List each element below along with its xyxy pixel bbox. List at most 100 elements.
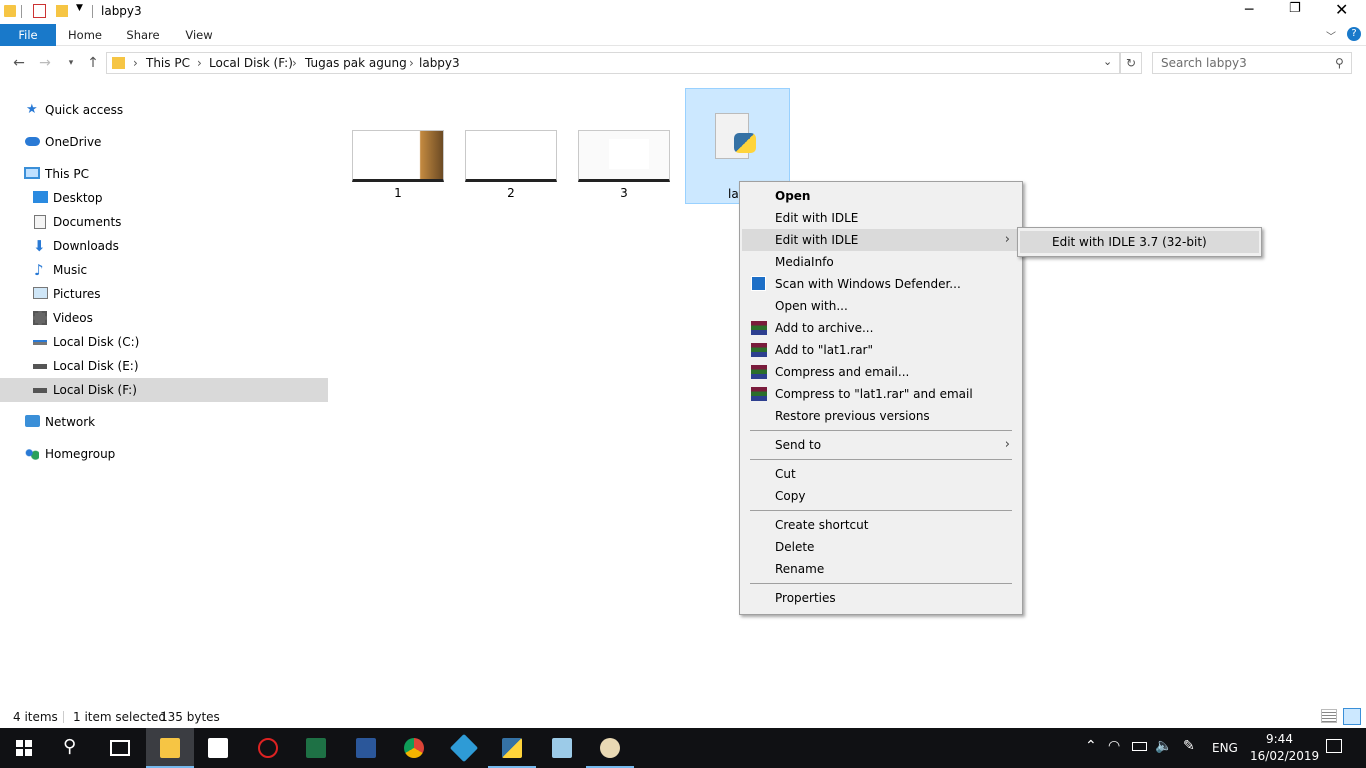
sidebar-item-network[interactable]: Network — [0, 410, 328, 434]
menu-item-compress-rar-email[interactable]: Compress to "lat1.rar" and email — [742, 383, 1020, 405]
new-folder-icon[interactable] — [56, 5, 68, 17]
file-name: 2 — [507, 186, 515, 200]
menu-item-mediainfo[interactable]: MediaInfo — [742, 251, 1020, 273]
close-button[interactable]: ✕ — [1335, 0, 1348, 19]
menu-item-label: Edit with IDLE 3.7 (32-bit) — [1052, 235, 1207, 249]
large-icons-view-icon[interactable] — [1343, 708, 1361, 725]
taskbar-word[interactable] — [342, 728, 390, 768]
menu-separator — [750, 510, 1012, 511]
sidebar-item-pictures[interactable]: Pictures — [0, 282, 328, 306]
sidebar-item-label: Network — [45, 415, 96, 429]
sidebar-item-local-disk-f[interactable]: Local Disk (F:) — [0, 378, 328, 402]
address-dropdown-icon[interactable]: ⌄ — [1103, 55, 1112, 68]
cloud-icon — [25, 137, 40, 146]
forward-button[interactable]: → — [36, 53, 54, 73]
sidebar-item-label: Documents — [53, 215, 122, 229]
menu-separator — [750, 583, 1012, 584]
taskbar-store[interactable] — [194, 728, 242, 768]
battery-icon[interactable] — [1132, 742, 1147, 751]
up-button[interactable]: ↑ — [84, 53, 102, 73]
show-hidden-icons-icon[interactable]: ⌃ — [1085, 738, 1097, 754]
menu-item-add-to-rar[interactable]: Add to "lat1.rar" — [742, 339, 1020, 361]
action-center-icon[interactable] — [1326, 739, 1342, 753]
sidebar-item-desktop[interactable]: Desktop — [0, 186, 328, 210]
tab-home[interactable]: Home — [62, 24, 108, 46]
clock-date[interactable]: 16/02/2019 — [1250, 749, 1319, 763]
volume-icon[interactable]: 🔈 — [1155, 738, 1172, 754]
menu-item-delete[interactable]: Delete — [742, 536, 1020, 558]
minimize-button[interactable]: ─ — [1245, 2, 1253, 18]
properties-icon[interactable] — [33, 4, 46, 18]
taskbar-python[interactable] — [488, 728, 536, 768]
crumb-tugas-pak-agung[interactable]: Tugas pak agung — [305, 56, 407, 70]
videos-icon — [33, 311, 47, 325]
search-button[interactable]: ⚲ — [48, 728, 96, 768]
menu-item-copy[interactable]: Copy — [742, 485, 1020, 507]
task-view-button[interactable] — [96, 728, 144, 768]
tab-share[interactable]: Share — [120, 24, 166, 46]
taskbar-notepad[interactable] — [538, 728, 586, 768]
start-button[interactable] — [0, 728, 48, 768]
folder-icon — [112, 57, 125, 69]
help-icon[interactable]: ? — [1347, 27, 1361, 41]
sidebar-item-downloads[interactable]: ⬇ Downloads — [0, 234, 328, 258]
maximize-button[interactable]: ❐ — [1289, 1, 1301, 16]
menu-item-label: Open — [775, 189, 811, 203]
expand-ribbon-icon[interactable]: ﹀ — [1326, 28, 1336, 43]
menu-item-scan-defender[interactable]: Scan with Windows Defender... — [742, 273, 1020, 295]
menu-item-send-to[interactable]: Send to › — [742, 434, 1020, 456]
title-bar: ▼ labpy3 ─ ❐ ✕ — [0, 0, 1366, 24]
taskbar-paint[interactable] — [586, 728, 634, 768]
tab-file[interactable]: File — [0, 24, 56, 46]
sidebar-item-this-pc[interactable]: This PC — [0, 162, 328, 186]
details-view-icon[interactable] — [1321, 709, 1337, 723]
taskbar-excel[interactable] — [292, 728, 340, 768]
crumb-labpy3[interactable]: labpy3 — [419, 56, 460, 70]
submenu-item-idle-37[interactable]: Edit with IDLE 3.7 (32-bit) — [1020, 231, 1259, 253]
menu-item-open-with[interactable]: Open with... — [742, 295, 1020, 317]
sidebar-item-local-disk-c[interactable]: Local Disk (C:) — [0, 330, 328, 354]
menu-item-compress-email[interactable]: Compress and email... — [742, 361, 1020, 383]
wifi-icon[interactable]: ◠ — [1108, 738, 1120, 754]
menu-item-create-shortcut[interactable]: Create shortcut — [742, 514, 1020, 536]
sidebar-item-local-disk-e[interactable]: Local Disk (E:) — [0, 354, 328, 378]
menu-item-label: Cut — [775, 467, 796, 481]
recent-locations-button[interactable]: ▾ — [62, 53, 80, 73]
menu-item-cut[interactable]: Cut — [742, 463, 1020, 485]
sidebar-item-onedrive[interactable]: OneDrive — [0, 130, 328, 154]
clock-time[interactable]: 9:44 — [1266, 732, 1293, 746]
back-button[interactable]: ← — [10, 53, 28, 73]
sidebar-item-homegroup[interactable]: Homegroup — [0, 442, 328, 466]
sidebar-item-label: Quick access — [45, 103, 124, 117]
pen-icon[interactable]: ✎ — [1183, 738, 1195, 754]
sidebar-item-music[interactable]: ♪ Music — [0, 258, 328, 282]
customize-toolbar-icon[interactable]: ▼ — [76, 3, 83, 13]
search-input[interactable]: Search labpy3 ⚲ — [1152, 52, 1352, 74]
sidebar-item-videos[interactable]: Videos — [0, 306, 328, 330]
menu-item-open[interactable]: Open — [742, 185, 1020, 207]
menu-item-add-to-archive[interactable]: Add to archive... — [742, 317, 1020, 339]
menu-item-label: Edit with IDLE — [775, 211, 859, 225]
refresh-button[interactable]: ↻ — [1120, 52, 1142, 74]
ribbon-tabs: File Home Share View ﹀ ? — [0, 24, 1366, 46]
menu-item-edit-with-idle[interactable]: Edit with IDLE — [742, 207, 1020, 229]
menu-item-rename[interactable]: Rename — [742, 558, 1020, 580]
menu-item-properties[interactable]: Properties — [742, 587, 1020, 609]
network-icon — [25, 415, 40, 427]
taskbar-chrome[interactable] — [390, 728, 438, 768]
sidebar-item-documents[interactable]: Documents — [0, 210, 328, 234]
documents-icon — [34, 215, 46, 229]
menu-item-restore-versions[interactable]: Restore previous versions — [742, 405, 1020, 427]
tab-view[interactable]: View — [176, 24, 222, 46]
sidebar-item-quick-access[interactable]: ★ Quick access — [0, 98, 328, 122]
python-icon — [502, 738, 522, 758]
taskbar-app-red[interactable] — [244, 728, 292, 768]
address-bar[interactable]: › This PC › Local Disk (F:) › Tugas pak … — [106, 52, 1120, 74]
chevron-right-icon: › — [1004, 437, 1010, 452]
language-indicator[interactable]: ENG — [1212, 741, 1238, 755]
taskbar-git[interactable] — [440, 728, 488, 768]
crumb-this-pc[interactable]: This PC — [146, 56, 190, 70]
crumb-local-disk-f[interactable]: Local Disk (F:) — [209, 56, 293, 70]
taskbar-file-explorer[interactable] — [146, 728, 194, 768]
menu-item-edit-with-idle-submenu[interactable]: Edit with IDLE › — [742, 229, 1020, 251]
